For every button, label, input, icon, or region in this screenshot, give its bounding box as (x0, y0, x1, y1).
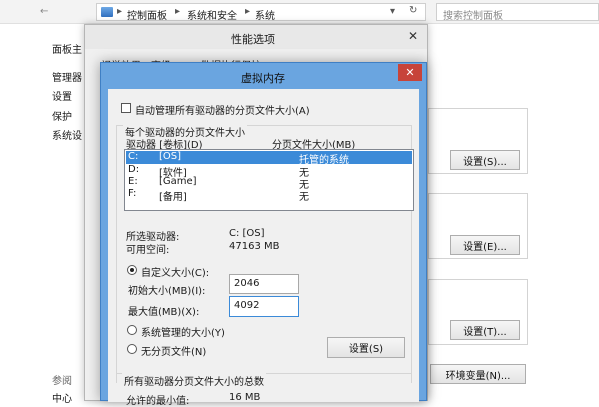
min-allowed-label: 允许的最小值: (126, 396, 190, 407)
system-managed-radio[interactable] (127, 325, 137, 335)
chevron-down-icon[interactable]: ▾ (390, 6, 395, 17)
vm-title: 虚拟内存 (241, 72, 285, 85)
nav-item[interactable]: 保护 (52, 108, 72, 123)
close-icon[interactable]: ✕ (398, 64, 422, 81)
back-button[interactable]: ← (40, 6, 50, 17)
control-panel-icon (101, 7, 113, 17)
perf-title-bar: 性能选项 ✕ (85, 25, 427, 49)
no-paging-radio[interactable] (127, 344, 137, 354)
drive-label: [备用] (159, 192, 187, 203)
breadcrumb-arrow-icon: ▸ (175, 6, 181, 17)
breadcrumb-arrow-icon: ▸ (117, 6, 123, 17)
left-nav: 面板主 管理器 设置 保护 系统设 参阅 中心 (0, 24, 84, 405)
free-space-label: 可用空间: (126, 245, 170, 256)
virtual-memory-dialog: 虚拟内存 ✕ 自动管理所有驱动器的分页文件大小(A) 每个驱动器的分页文件大小 … (100, 62, 427, 407)
free-space-value: 47163 MB (229, 241, 280, 252)
drive-letter: C: (128, 151, 139, 162)
drive-letter: F: (128, 188, 137, 199)
refresh-icon[interactable]: ↻ (409, 5, 417, 16)
custom-size-label[interactable]: 自定义大小(C): (141, 264, 209, 279)
initial-size-value: 2046 (234, 278, 260, 289)
initial-size-label: 初始大小(MB)(I): (128, 286, 206, 297)
min-allowed-value: 16 MB (229, 392, 261, 403)
address-box[interactable]: ▸ 控制面板 ▸ 系统和安全 ▸ 系统 ▾ ↻ (96, 3, 426, 22)
auto-manage-label[interactable]: 自动管理所有驱动器的分页文件大小(A) (135, 102, 310, 117)
performance-settings-button[interactable]: 设置(S)... (450, 150, 520, 170)
no-paging-label[interactable]: 无分页文件(N) (141, 343, 206, 358)
max-size-input[interactable]: 4092 (229, 296, 299, 317)
nav-item[interactable]: 面板主 (52, 41, 82, 56)
auto-manage-checkbox[interactable] (121, 103, 131, 113)
nav-item[interactable]: 系统设 (52, 127, 82, 142)
selected-drive-value: C: [OS] (229, 228, 265, 239)
breadcrumb-item[interactable]: 系统 (255, 7, 275, 22)
totals-group-title: 所有驱动器分页文件大小的总数 (122, 373, 266, 388)
close-icon[interactable]: ✕ (403, 27, 423, 45)
address-bar-row: ← ▸ 控制面板 ▸ 系统和安全 ▸ 系统 ▾ ↻ 搜索控制面板 (0, 0, 599, 24)
max-size-value: 4092 (234, 300, 260, 311)
max-size-label: 最大值(MB)(X): (128, 307, 200, 318)
profile-settings-button[interactable]: 设置(E)... (450, 235, 520, 255)
initial-size-input[interactable]: 2046 (229, 274, 299, 294)
drive-row[interactable]: F: [备用] 无 (126, 188, 412, 203)
set-button[interactable]: 设置(S) (327, 337, 405, 358)
nav-footer-item[interactable]: 中心 (52, 390, 72, 405)
nav-item[interactable]: 设置 (52, 88, 72, 103)
perf-title: 性能选项 (231, 33, 275, 46)
breadcrumb-item[interactable]: 控制面板 (127, 7, 167, 22)
drive-list[interactable]: C: [OS] 托管的系统 D: [软件] 无 E: [Game] 无 F: [… (124, 149, 414, 211)
search-input[interactable]: 搜索控制面板 (436, 3, 599, 22)
drive-letter: E: (128, 176, 138, 187)
drive-size: 无 (299, 192, 309, 203)
system-managed-label[interactable]: 系统管理的大小(Y) (141, 324, 225, 339)
breadcrumb-item[interactable]: 系统和安全 (187, 7, 237, 22)
breadcrumb-arrow-icon: ▸ (245, 6, 251, 17)
drive-label: [Game] (159, 176, 197, 187)
drive-row[interactable]: C: [OS] 托管的系统 (126, 151, 412, 166)
environment-variables-button[interactable]: 环境变量(N)... (430, 364, 526, 384)
startup-settings-button[interactable]: 设置(T)... (450, 320, 520, 340)
nav-item[interactable]: 管理器 (52, 69, 82, 84)
custom-size-radio[interactable] (127, 265, 137, 275)
vm-client: 自动管理所有驱动器的分页文件大小(A) 每个驱动器的分页文件大小 驱动器 [卷标… (108, 89, 419, 407)
nav-footer-item: 参阅 (52, 376, 72, 387)
search-placeholder: 搜索控制面板 (443, 11, 503, 22)
drive-letter: D: (128, 164, 140, 175)
vm-title-bar: 虚拟内存 ✕ (101, 63, 426, 89)
drive-label: [OS] (159, 151, 182, 162)
